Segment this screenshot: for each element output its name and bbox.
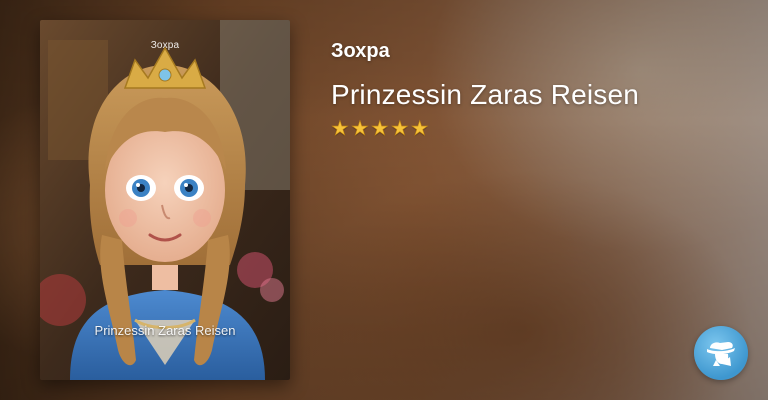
app-badge-button[interactable] [694, 326, 748, 380]
star-icon: ★ [390, 116, 410, 140]
book-info: Зохра Prinzessin Zaras Reisen ★ ★ ★ ★ ★ [331, 38, 639, 138]
star-icon: ★ [370, 116, 390, 140]
rating-stars: ★ ★ ★ ★ ★ [331, 116, 639, 140]
author-name[interactable]: Зохра [331, 38, 639, 64]
star-icon: ★ [410, 116, 429, 140]
star-icon: ★ [350, 116, 370, 140]
star-icon: ★ [331, 116, 350, 140]
storyteller-hat-icon [707, 342, 735, 366]
cover-watermark: Зохра [150, 40, 180, 51]
cover-caption: Prinzessin Zaras Reisen [94, 323, 236, 338]
book-title: Prinzessin Zaras Reisen [331, 79, 640, 110]
book-cover[interactable]: Зохра Prinzessin Zaras Reisen [40, 20, 290, 380]
